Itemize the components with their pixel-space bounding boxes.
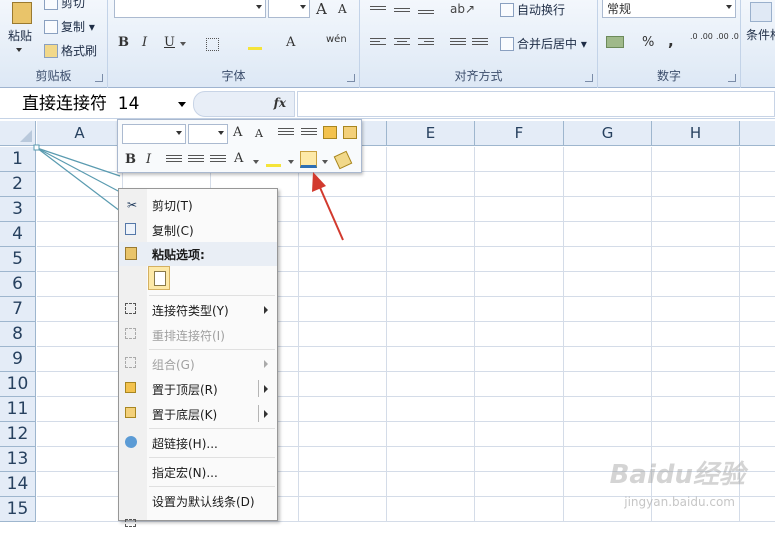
menu-separator — [149, 457, 275, 458]
menu-item-paste-options: 粘贴选项: — [119, 242, 277, 266]
menu-item-label: 置于底层(K) — [152, 406, 217, 423]
watermark-url: jingyan.baidu.com — [624, 495, 735, 509]
menu-item-cut[interactable]: ✂ 剪切(T) — [119, 193, 277, 217]
split-divider — [258, 405, 259, 422]
paste-option-keep-source[interactable] — [148, 266, 170, 290]
globe-link-icon — [125, 436, 137, 448]
menu-item-label: 连接符类型(Y) — [152, 302, 229, 319]
menu-item-set-default[interactable]: 设置为默认线条(D) — [119, 489, 277, 513]
menu-item-reroute: 重排连接符(I) — [119, 323, 277, 347]
menu-item-label: 组合(G) — [152, 356, 195, 373]
menu-item-label: 剪切(T) — [152, 197, 193, 214]
menu-separator — [149, 349, 275, 350]
copy-icon — [125, 223, 136, 235]
menu-separator — [149, 428, 275, 429]
send-back-icon — [125, 407, 136, 418]
menu-item-label: 设置为默认线条(D) — [152, 493, 255, 510]
scissors-icon: ✂ — [125, 198, 139, 212]
menu-item-send-back[interactable]: 置于底层(K) — [119, 402, 277, 426]
group-icon — [125, 357, 136, 368]
submenu-arrow-icon — [264, 360, 268, 368]
menu-item-label: 指定宏(N)... — [152, 464, 218, 481]
bring-front-icon — [125, 382, 136, 393]
submenu-arrow-icon[interactable] — [264, 385, 268, 393]
annotation-arrow — [0, 0, 775, 521]
split-divider — [258, 380, 259, 397]
menu-separator — [149, 295, 275, 296]
menu-item-bring-front[interactable]: 置于顶层(R) — [119, 377, 277, 401]
menu-item-label: 置于顶层(R) — [152, 381, 218, 398]
menu-separator — [149, 486, 275, 487]
size-position-icon — [125, 519, 136, 527]
menu-item-copy[interactable]: 复制(C) — [119, 218, 277, 242]
menu-item-partial[interactable] — [119, 514, 277, 538]
menu-item-hyperlink[interactable]: 超链接(H)... — [119, 431, 277, 455]
menu-item-label: 复制(C) — [152, 222, 194, 239]
context-menu: ✂ 剪切(T) 复制(C) 粘贴选项: 连接符类型(Y) 重排连接符(I) 组合… — [118, 188, 278, 521]
paste-icon — [125, 247, 137, 260]
submenu-arrow-icon[interactable] — [264, 410, 268, 418]
reroute-connector-icon — [125, 328, 136, 339]
menu-item-group: 组合(G) — [119, 352, 277, 376]
connector-type-icon — [125, 303, 136, 314]
menu-item-label: 超链接(H)... — [152, 435, 218, 452]
submenu-arrow-icon — [264, 306, 268, 314]
menu-item-label: 重排连接符(I) — [152, 327, 225, 344]
menu-item-label: 粘贴选项: — [152, 246, 205, 263]
menu-item-connector-type[interactable]: 连接符类型(Y) — [119, 298, 277, 322]
menu-item-assign-macro[interactable]: 指定宏(N)... — [119, 460, 277, 484]
baidu-watermark: Baidu经验 — [610, 454, 745, 491]
